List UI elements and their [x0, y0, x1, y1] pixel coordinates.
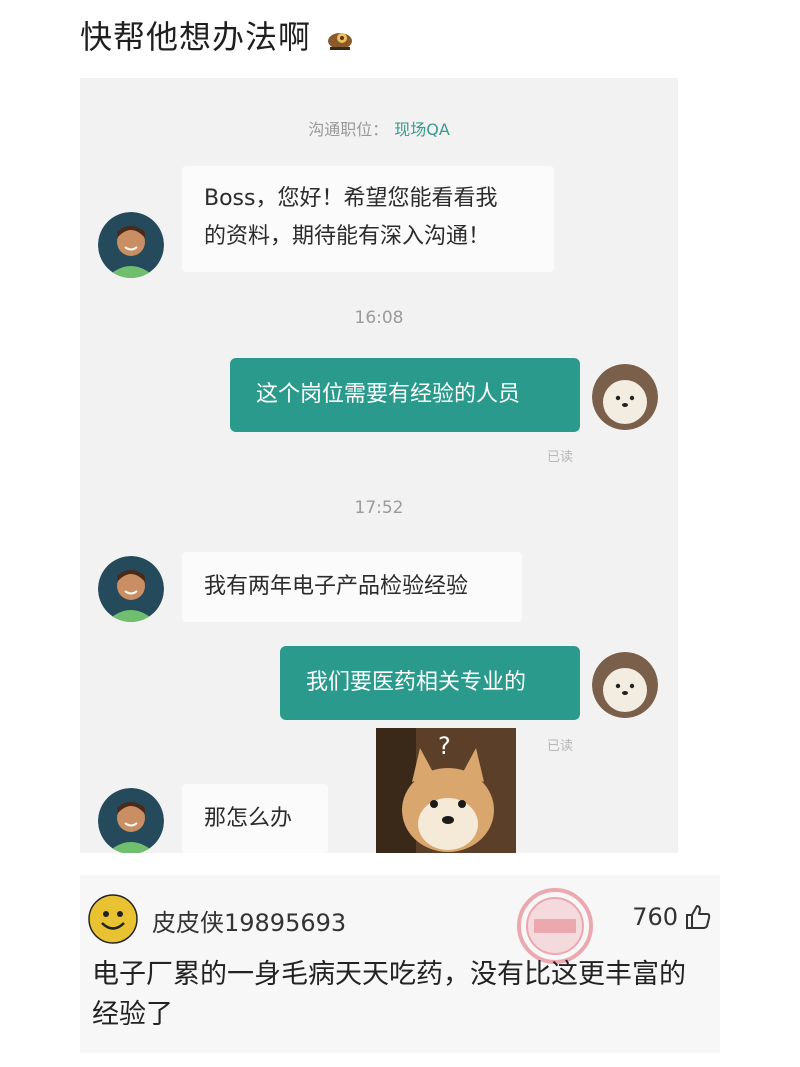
like-count: 760 — [632, 903, 678, 931]
top-comment-card: 皮皮侠19895693 760 电子厂累的一身毛病天天吃药，没有比这更丰富的经验… — [80, 875, 720, 1053]
read-status: 已读 — [547, 450, 574, 465]
comment-text: 电子厂累的一身毛病天天吃药，没有比这更丰富的经验了 — [92, 959, 686, 1030]
job-value: 现场QA — [394, 120, 450, 139]
post-title-text: 快帮他想办法啊 — [80, 18, 312, 56]
thumbs-up-icon[interactable] — [684, 903, 712, 931]
message-bubble-incoming: 我有两年电子产品检验经验 — [182, 552, 522, 622]
message-text: 我有两年电子产品检验经验 — [204, 574, 469, 599]
chat-screenshot: 沟通职位： 现场QA Boss，您好！希望您能看看我 的资料，期待能有深入沟通！ … — [80, 78, 678, 853]
timestamp: 16:08 — [354, 308, 404, 328]
message-text: 这个岗位需要有经验的人员 — [256, 382, 521, 407]
message-text-line-2: 的资料，期待能有深入沟通！ — [204, 224, 491, 249]
message-bubble-outgoing: 这个岗位需要有经验的人员 — [230, 358, 580, 432]
message-text: 我们要医药相关专业的 — [306, 670, 527, 695]
message-text: 那怎么办 — [204, 806, 293, 831]
read-status: 已读 — [547, 739, 574, 754]
timestamp: 17:52 — [354, 498, 404, 518]
commenter-avatar[interactable] — [88, 894, 138, 944]
boss-avatar — [592, 364, 658, 430]
message-bubble-incoming: Boss，您好！希望您能看看我 的资料，期待能有深入沟通！ — [182, 166, 554, 272]
sheep-emoji-icon — [328, 33, 353, 50]
job-label: 沟通职位： — [308, 120, 389, 139]
candidate-avatar — [98, 556, 164, 622]
candidate-avatar — [98, 212, 164, 278]
job-position-line: 沟通职位： 现场QA — [80, 116, 678, 140]
message-text-line-1: Boss，您好！希望您能看看我 — [204, 186, 498, 211]
confused-shiba-sticker: ? — [376, 728, 516, 853]
sticker-question-mark: ? — [438, 732, 451, 760]
boss-avatar — [592, 652, 658, 718]
candidate-avatar — [98, 788, 164, 853]
message-bubble-outgoing: 我们要医药相关专业的 — [280, 646, 580, 720]
post-title: 快帮他想办法啊 — [80, 12, 354, 58]
message-bubble-incoming: 那怎么办 — [182, 784, 328, 853]
commenter-username[interactable]: 皮皮侠19895693 — [152, 903, 346, 938]
